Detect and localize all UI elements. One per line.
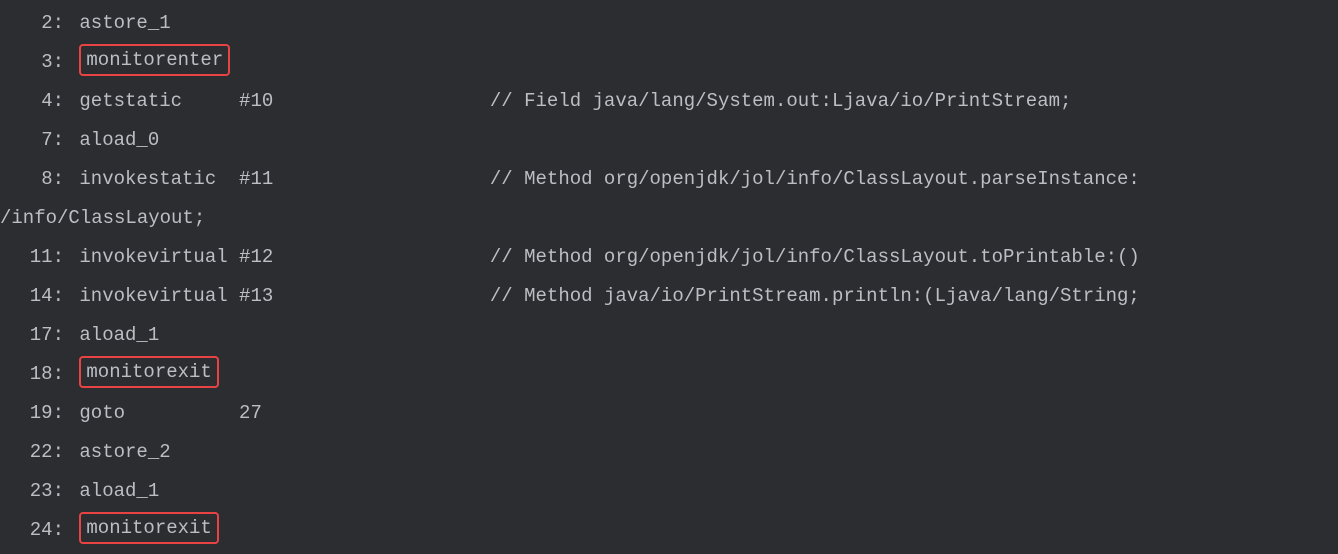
operand: 27 xyxy=(239,394,262,433)
highlighted-opcode: monitorexit xyxy=(79,512,218,544)
bytecode-offset: 7: xyxy=(0,121,68,160)
opcode: getstatic xyxy=(79,82,182,121)
opcode: invokevirtual xyxy=(79,238,227,277)
bytecode-line: 18: monitorexit xyxy=(0,355,1338,394)
bytecode-line: 19: goto 27 xyxy=(0,394,1338,433)
bytecode-offset: 24: xyxy=(0,511,68,550)
bytecode-offset: 17: xyxy=(0,316,68,355)
bytecode-line: 2: astore_1 xyxy=(0,4,1338,43)
opcode: invokestatic xyxy=(79,160,216,199)
opcode: aload_0 xyxy=(79,121,159,160)
opcode: aload_1 xyxy=(79,472,159,511)
opcode: invokevirtual xyxy=(79,277,227,316)
highlighted-opcode: monitorexit xyxy=(79,356,218,388)
bytecode-line: 8: invokestatic #11 // Method org/openjd… xyxy=(0,160,1338,199)
opcode: astore_1 xyxy=(79,4,170,43)
opcode: astore_2 xyxy=(79,433,170,472)
bytecode-line: 7: aload_0 xyxy=(0,121,1338,160)
bytecode-offset: 8: xyxy=(0,160,68,199)
bytecode-listing: 2: astore_13: monitorenter4: getstatic #… xyxy=(0,4,1338,550)
wrapped-continuation: /info/ClassLayout; xyxy=(0,207,205,229)
bytecode-line: 3: monitorenter xyxy=(0,43,1338,82)
bytecode-line: 24: monitorexit xyxy=(0,511,1338,550)
bytecode-offset: 11: xyxy=(0,238,68,277)
opcode: aload_1 xyxy=(79,316,159,355)
bytecode-offset: 3: xyxy=(0,43,68,82)
operand: #10 xyxy=(239,82,273,121)
bytecode-line: 4: getstatic #10 // Field java/lang/Syst… xyxy=(0,82,1338,121)
bytecode-offset: 14: xyxy=(0,277,68,316)
bytecode-line: 23: aload_1 xyxy=(0,472,1338,511)
bytecode-offset: 18: xyxy=(0,355,68,394)
highlighted-opcode: monitorenter xyxy=(79,44,230,76)
comment: // Field java/lang/System.out:Ljava/io/P… xyxy=(490,82,1072,121)
bytecode-offset: 4: xyxy=(0,82,68,121)
comment: // Method java/io/PrintStream.println:(L… xyxy=(490,277,1140,316)
operand: #12 xyxy=(239,238,273,277)
bytecode-offset: 22: xyxy=(0,433,68,472)
operand: #13 xyxy=(239,277,273,316)
bytecode-offset: 23: xyxy=(0,472,68,511)
operand: #11 xyxy=(239,160,273,199)
bytecode-line: /info/ClassLayout; xyxy=(0,199,1338,238)
bytecode-line: 17: aload_1 xyxy=(0,316,1338,355)
bytecode-offset: 2: xyxy=(0,4,68,43)
comment: // Method org/openjdk/jol/info/ClassLayo… xyxy=(490,160,1140,199)
opcode: goto xyxy=(79,394,125,433)
bytecode-line: 11: invokevirtual #12 // Method org/open… xyxy=(0,238,1338,277)
bytecode-line: 14: invokevirtual #13 // Method java/io/… xyxy=(0,277,1338,316)
bytecode-offset: 19: xyxy=(0,394,68,433)
bytecode-line: 22: astore_2 xyxy=(0,433,1338,472)
comment: // Method org/openjdk/jol/info/ClassLayo… xyxy=(490,238,1140,277)
